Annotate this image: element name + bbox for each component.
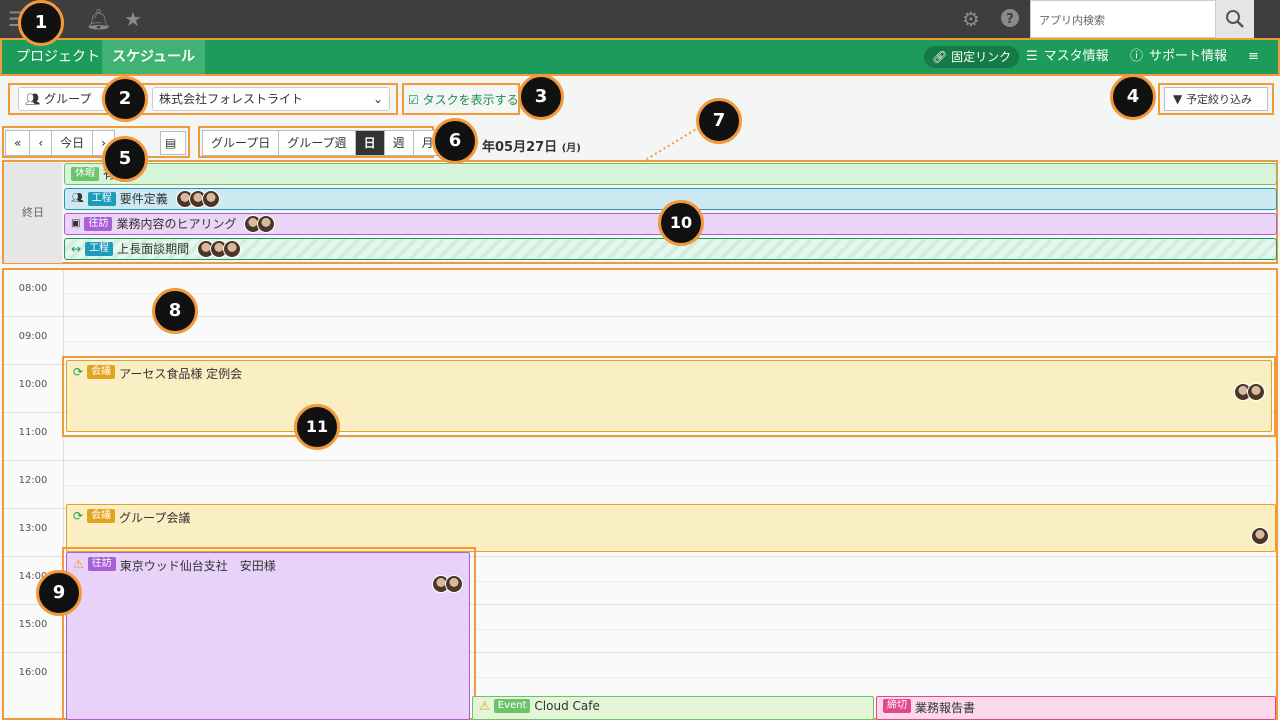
gear-icon[interactable]: ⚙ — [962, 8, 980, 30]
event-tag: 締切 — [883, 699, 911, 713]
event-tokyo-wood-visit[interactable]: ⚠ 往訪 東京ウッド仙台支社 安田様 — [66, 552, 470, 720]
event-tag: 会議 — [87, 509, 116, 523]
event-tag: 休暇 — [71, 167, 99, 181]
warning-icon: ⚠ — [73, 557, 84, 571]
avatar — [1251, 527, 1269, 545]
current-date: 年05月27日 (月) — [482, 140, 581, 155]
view-group-week[interactable]: グループ週 — [278, 130, 356, 156]
filter-label: 予定絞り込み — [1186, 93, 1253, 106]
event-title: アーセス食品様 定例会 — [119, 367, 243, 381]
callout-9: 9 — [36, 570, 82, 616]
callout-7: 7 — [696, 98, 742, 144]
svg-text:?: ? — [1006, 12, 1014, 27]
warning-icon: ⚠ — [479, 699, 490, 713]
event-title: 業務内容のヒアリング — [116, 217, 237, 231]
avatar — [1247, 383, 1265, 401]
support-label: サポート情報 — [1149, 49, 1228, 64]
event-title: 上長面談期間 — [117, 242, 190, 256]
event-tag: 会議 — [87, 365, 116, 379]
event-tag: Event — [493, 699, 531, 713]
permalink-label: 固定リンク — [951, 50, 1012, 64]
event-tag: 往訪 — [87, 557, 116, 571]
avatar — [201, 190, 220, 208]
support-info-link[interactable]: ⓘ サポート情報 — [1130, 40, 1227, 74]
event-title: 要件定義 — [119, 192, 168, 206]
master-info-link[interactable]: ☰ マスタ情報 — [1026, 40, 1109, 74]
callout-11: 11 — [294, 404, 340, 450]
callout-8: 8 — [152, 288, 198, 334]
event-cloud-cafe[interactable]: ⚠ Event Cloud Cafe — [472, 696, 874, 720]
repeat-icon: ⟳ — [73, 509, 84, 523]
show-tasks-label: タスクを表示する — [422, 93, 519, 107]
event-title: Cloud Cafe — [534, 699, 600, 713]
filter-button[interactable]: ▼ 予定絞り込み — [1164, 87, 1268, 111]
show-tasks-checkbox[interactable]: ☑ タスクを表示する — [408, 91, 519, 108]
callout-2: 2 — [102, 76, 148, 122]
calendar-button[interactable]: ▤ — [160, 131, 186, 155]
avatar — [257, 215, 276, 233]
event-title: 東京ウッド仙台支社 安田様 — [119, 559, 276, 573]
checkbox-icon: ☑ — [408, 93, 419, 107]
callout-6: 6 — [432, 118, 478, 164]
prev-prev-button[interactable]: « — [5, 130, 31, 156]
event-aces-regular[interactable]: ⟳ 会議 アーセス食品様 定例会 — [66, 360, 1272, 432]
star-icon[interactable]: ★ — [124, 8, 142, 30]
tab-schedule[interactable]: スケジュール — [102, 40, 206, 74]
event-work-report[interactable]: 締切 業務報告書 — [876, 696, 1276, 720]
tab-project[interactable]: プロジェクト — [6, 40, 110, 74]
calendar-icon: ▤ — [165, 136, 177, 150]
chevron-down-icon: ⌄ — [372, 92, 383, 106]
search-input[interactable]: アプリ内検索 — [1030, 0, 1216, 38]
event-group-meeting[interactable]: ⟳ 会議 グループ会議 — [66, 504, 1276, 552]
link-icon: 🔗︎ — [932, 50, 948, 64]
view-day[interactable]: 日 — [354, 130, 385, 156]
info-icon: ⓘ — [1130, 49, 1144, 64]
hamburger-icon[interactable]: ≡ — [1248, 40, 1259, 74]
callout-5: 5 — [102, 136, 148, 182]
search-icon — [1226, 10, 1244, 28]
avatar — [445, 575, 463, 593]
event-title: 業務報告書 — [915, 701, 976, 715]
event-tag: 往訪 — [84, 217, 113, 231]
filter-icon: ▼ — [1173, 92, 1183, 106]
callout-10: 10 — [658, 200, 704, 246]
permalink-button[interactable]: 🔗︎ 固定リンク — [924, 40, 1020, 74]
callout-3: 3 — [518, 74, 564, 120]
prev-button[interactable]: ‹ — [29, 130, 53, 156]
group-icon: 👥︎ — [25, 92, 41, 106]
callout-1: 1 — [18, 0, 64, 46]
help-icon[interactable]: ? — [1000, 8, 1020, 32]
master-label: マスタ情報 — [1043, 49, 1109, 64]
people-icon: 👥︎ — [71, 193, 84, 204]
database-icon: ☰ — [1026, 49, 1038, 64]
search-button[interactable] — [1216, 0, 1254, 38]
event-title: グループ会議 — [119, 511, 191, 525]
arrow-both-icon: ↔ — [71, 242, 82, 256]
event-tag: 工程 — [85, 242, 114, 256]
callout-4: 4 — [1110, 74, 1156, 120]
main-nav: プロジェクト スケジュール 🔗︎ 固定リンク ☰ マスタ情報 ⓘ サポート情報 ≡ — [0, 38, 1280, 76]
bell-icon[interactable]: 🔔︎ — [86, 8, 111, 30]
top-bar: ☰ 🔔︎ ★ ⚙ ? アプリ内検索 — [0, 0, 1280, 38]
company-label: 株式会社フォレストライト — [159, 92, 304, 106]
allday-label: 終日 — [4, 163, 62, 263]
avatar — [223, 240, 242, 258]
company-select[interactable]: 株式会社フォレストライト ⌄ — [152, 87, 390, 111]
view-week[interactable]: 週 — [383, 130, 414, 156]
today-button[interactable]: 今日 — [51, 130, 94, 156]
cube-icon: ▣ — [71, 218, 81, 229]
repeat-icon: ⟳ — [73, 365, 84, 379]
event-tag: 工程 — [87, 192, 116, 206]
group-label: グループ — [44, 92, 92, 106]
view-group-day[interactable]: グループ日 — [202, 130, 280, 156]
allday-event-vacation[interactable]: 休暇 有 — [64, 163, 1277, 185]
